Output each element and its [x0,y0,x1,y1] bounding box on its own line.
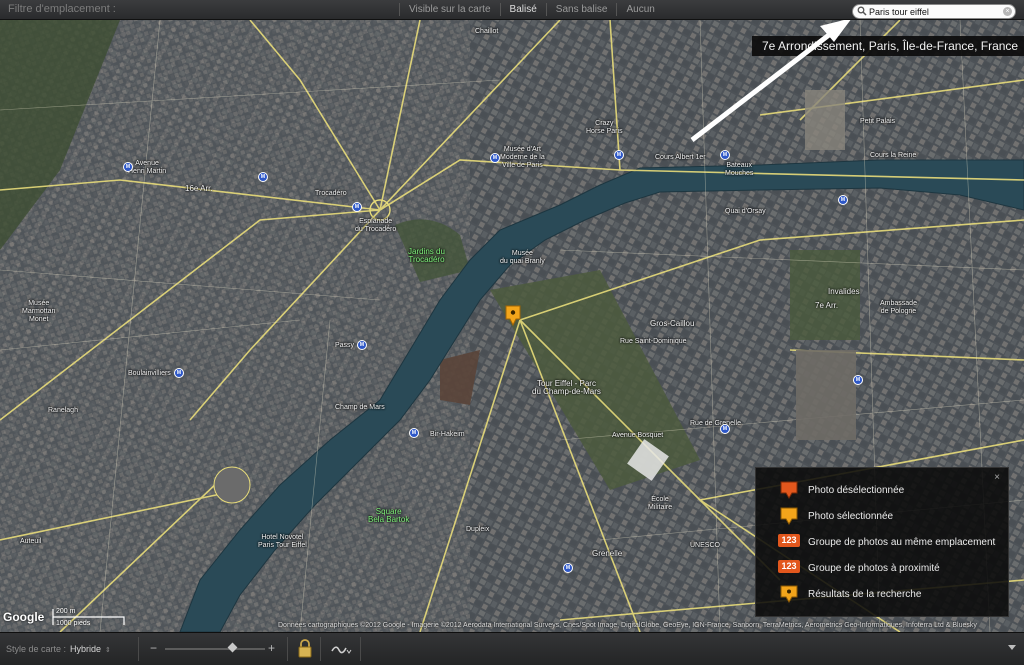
map-search-field[interactable]: × [852,4,1016,19]
tracklog-icon[interactable] [330,642,352,656]
close-legend-icon[interactable]: × [994,472,1000,483]
search-input[interactable] [869,5,997,18]
legend-item: Photo désélectionnée [778,480,904,500]
photo-group-same-location-icon: 123 [778,533,800,551]
zoom-slider[interactable] [165,648,265,650]
map-style-value: Hybride [70,644,102,654]
legend-item: 123 Groupe de photos au même emplacement [778,532,995,552]
toolbar-options-chevron-down-icon[interactable] [1008,645,1016,650]
zoom-out-button[interactable]: − [150,641,157,655]
location-filter-bar: Filtre d'emplacement : Visible sur la ca… [0,0,1024,20]
search-icon [857,6,867,16]
zoom-slider-thumb[interactable] [227,642,238,653]
divider [138,637,139,661]
group-count-badge: 123 [778,534,800,547]
legend-item: 123 Groupe de photos à proximité [778,558,940,578]
filter-label: Filtre d'emplacement : [8,3,116,15]
legend-item: Photo sélectionnée [778,506,893,526]
photo-selected-pin-icon [778,507,800,525]
chevron-up-down-icon: ⇕ [105,647,111,654]
scale-imperial: 1000 pieds [56,620,91,627]
filter-options: Visible sur la carte Balisé Sans balise … [399,3,664,16]
filter-untagged[interactable]: Sans balise [545,3,617,16]
group-count-badge: 123 [778,560,800,573]
legend-label: Groupe de photos à proximité [808,562,940,574]
photo-group-nearby-icon: 123 [778,559,800,577]
map-style-select[interactable]: Hybride ⇕ [70,644,111,654]
search-result-pin-icon[interactable] [504,305,522,327]
filter-tagged[interactable]: Balisé [499,3,546,16]
map-style-label: Style de carte : [6,644,67,654]
map-toolbar: Style de carte : Hybride ⇕ − + [0,632,1024,665]
clear-search-icon[interactable]: × [1003,7,1012,16]
filter-none[interactable]: Aucun [616,3,663,16]
divider [320,637,321,661]
lock-markers-icon[interactable] [297,639,313,658]
photo-deselected-pin-icon [778,481,800,499]
search-result-pin-icon [778,585,800,603]
zoom-in-button[interactable]: + [268,641,275,655]
legend-label: Résultats de la recherche [808,588,922,600]
map-legend: × Photo désélectionnée Photo sélectionné… [755,467,1009,617]
divider [287,637,288,661]
legend-label: Groupe de photos au même emplacement [808,536,996,548]
filter-visible-on-map[interactable]: Visible sur la carte [399,3,500,16]
legend-label: Photo désélectionnée [808,484,905,496]
satellite-map[interactable]: Chaillot Avenue Henri Martin 16e Arr. Tr… [0,20,1024,632]
legend-item: Résultats de la recherche [778,584,921,604]
scale-metric: 200 m [56,608,76,615]
legend-label: Photo sélectionnée [808,510,894,522]
map-copyright: Données cartographiques ©2012 Google - I… [278,622,977,629]
divider [360,637,361,661]
google-logo: Google [3,610,45,624]
